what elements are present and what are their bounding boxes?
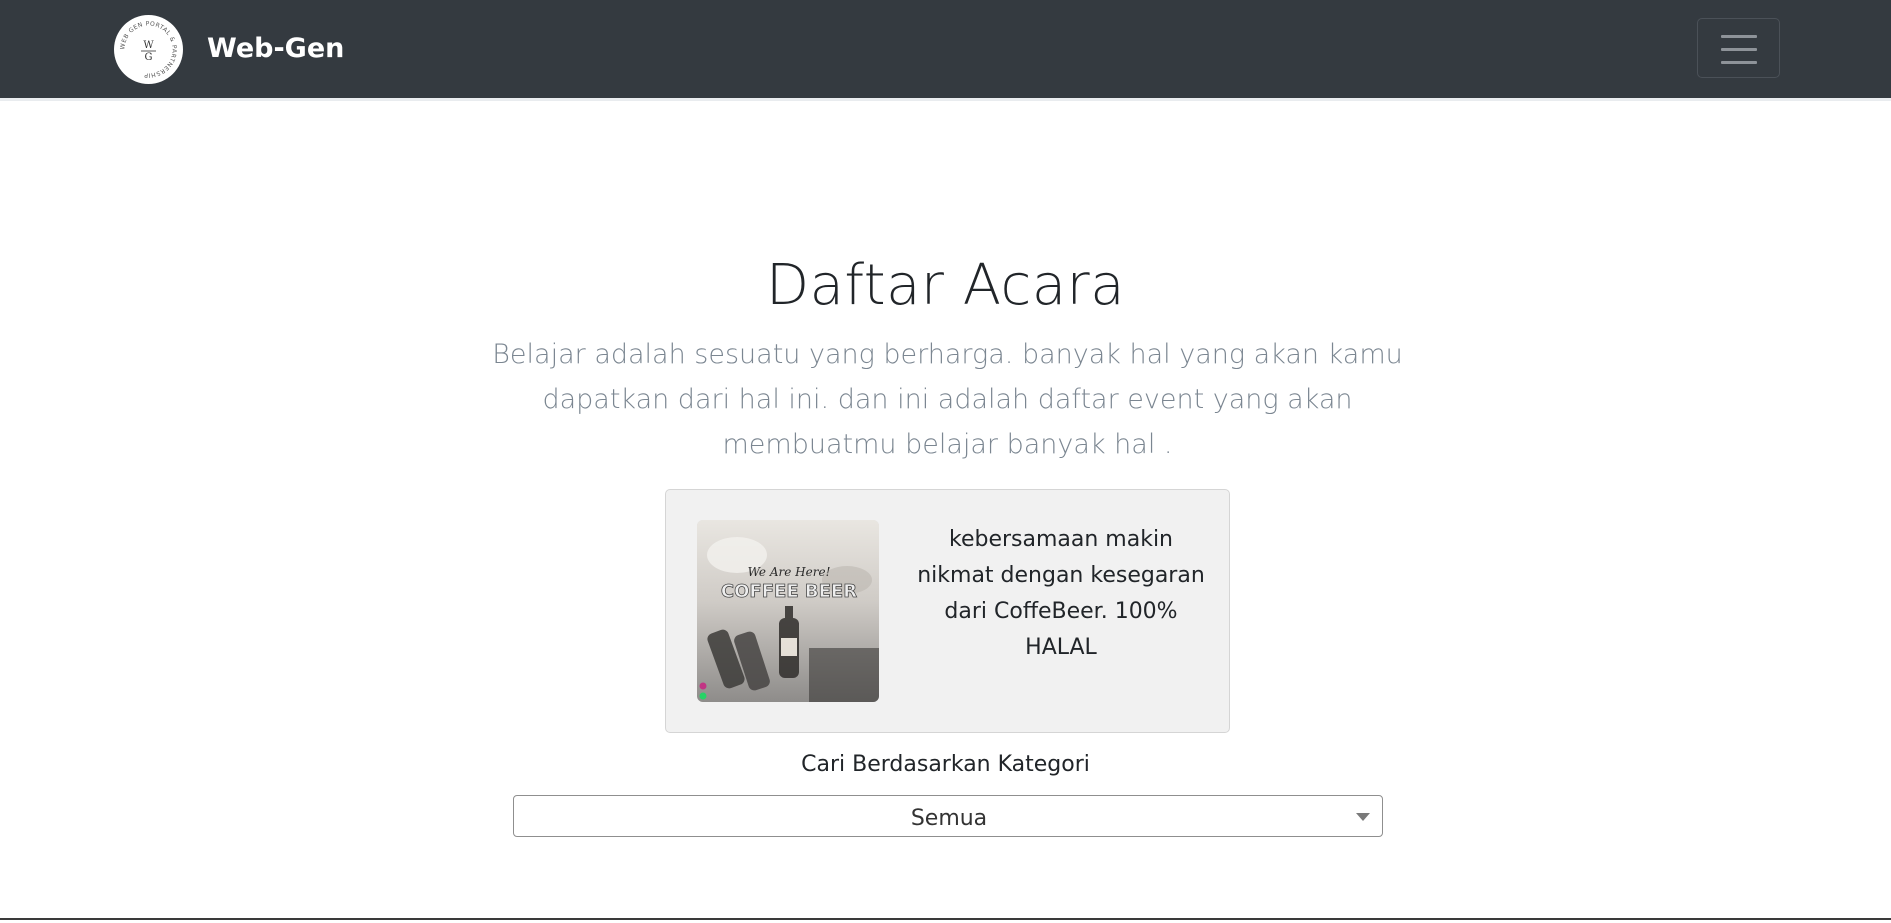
event-image: We Are Here! COFFEE BEER bbox=[697, 520, 879, 702]
brand-logo[interactable]: WEB GEN PORTAL & PARTNERSHIP W G bbox=[114, 15, 183, 84]
svg-text:We Are Here!: We Are Here! bbox=[748, 565, 831, 579]
event-description: kebersamaan makin nikmat dengan kesegara… bbox=[917, 527, 1205, 660]
chevron-down-icon bbox=[1356, 813, 1370, 821]
event-card[interactable]: We Are Here! COFFEE BEER kebersamaan mak… bbox=[665, 489, 1230, 733]
page-title: Daftar Acara bbox=[765, 253, 1126, 318]
category-select[interactable]: Semua bbox=[513, 795, 1383, 837]
category-filter-label: Cari Berdasarkan Kategori bbox=[801, 752, 1090, 777]
hamburger-menu-icon bbox=[1721, 35, 1757, 38]
navbar-toggler-button[interactable] bbox=[1697, 18, 1780, 78]
category-select-value: Semua bbox=[910, 806, 988, 831]
svg-text:G: G bbox=[145, 52, 153, 63]
bottom-divider bbox=[0, 918, 1891, 920]
brand-name[interactable]: Web-Gen bbox=[207, 30, 344, 68]
navbar: WEB GEN PORTAL & PARTNERSHIP W G Web-Gen bbox=[0, 0, 1891, 101]
svg-text:COFFEE BEER: COFFEE BEER bbox=[721, 581, 857, 602]
page-lead: Belajar adalah sesuatu yang berharga. ba… bbox=[492, 339, 1403, 460]
logo-seal-icon: WEB GEN PORTAL & PARTNERSHIP W G bbox=[115, 16, 182, 83]
svg-text:W: W bbox=[143, 40, 154, 51]
